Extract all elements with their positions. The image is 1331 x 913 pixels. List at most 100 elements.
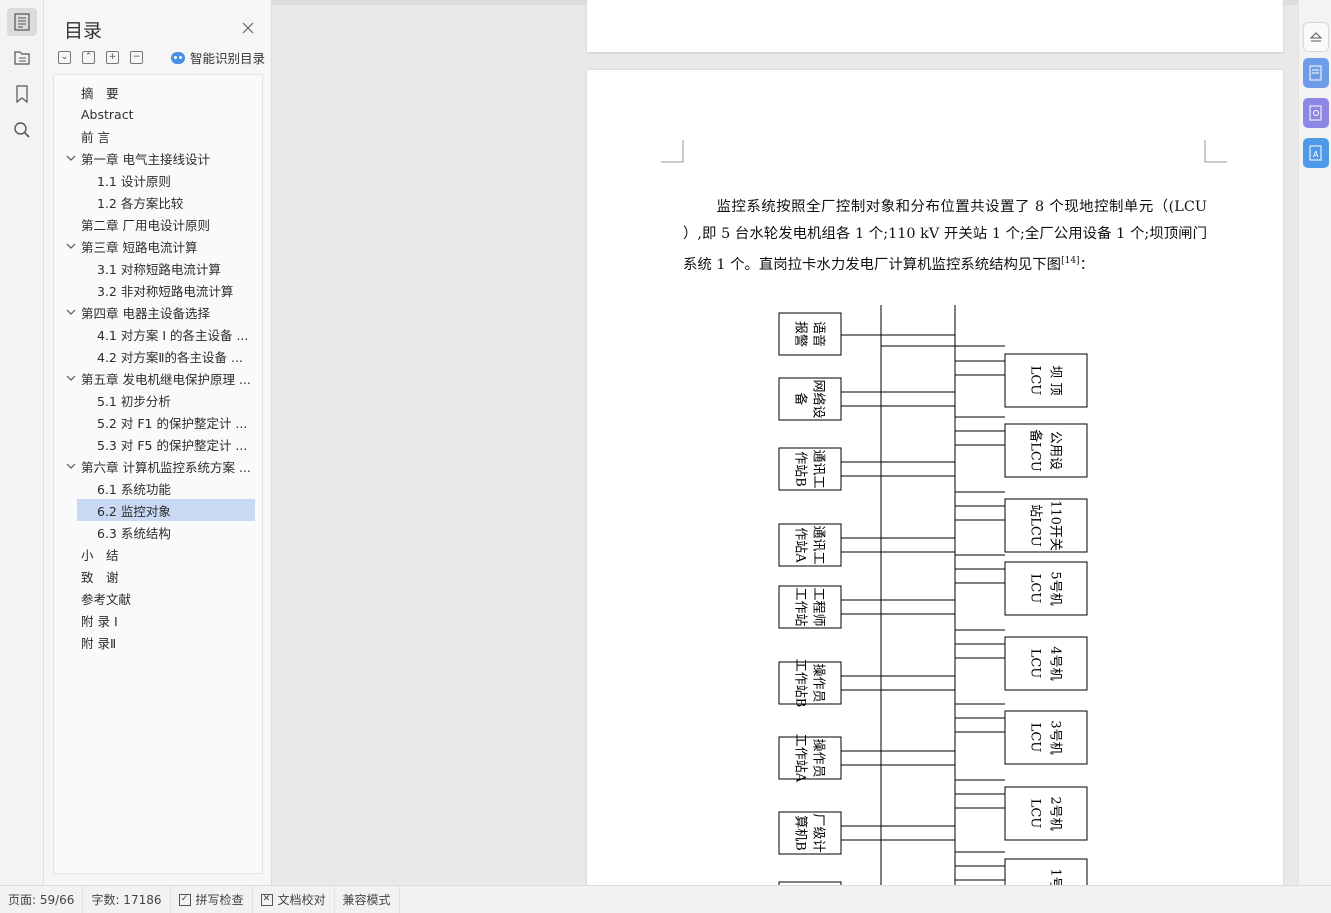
toc-item[interactable]: 3.2 非对称短路电流计算 xyxy=(54,279,262,301)
toc-item[interactable]: 附 录 I xyxy=(54,609,262,631)
diagram-right-box xyxy=(1004,786,1088,841)
toc-item-label: 6.3 系统结构 xyxy=(97,525,171,541)
toc-item[interactable]: Abstract xyxy=(54,103,262,125)
diagram-right-label-line: LCU xyxy=(1028,574,1043,604)
system-structure-diagram: 语音报警网络设备通讯工作站B通讯工作站A工程师工作站操作员工作站B操作员工作站A… xyxy=(778,305,1088,885)
toc-item[interactable]: 第二章 厂用电设计原则 xyxy=(54,213,262,235)
toc-item[interactable]: 参考文献 xyxy=(54,587,262,609)
toc-item-label: 4.1 对方案 I 的各主设备 ... xyxy=(97,327,249,343)
toc-toolbar: ⌄ ⌃ + − 智能识别目录 xyxy=(58,48,265,67)
toc-item[interactable]: 5.1 初步分析 xyxy=(54,389,262,411)
toc-item[interactable]: 6.2 监控对象 xyxy=(77,499,255,521)
diagram-left-label-line: 网络设 xyxy=(811,379,827,418)
chevron-down-icon[interactable] xyxy=(65,460,77,472)
diagram-right-label-line: 110开关 xyxy=(1048,500,1063,551)
toc-item-label: 第一章 电气主接线设计 xyxy=(81,151,210,167)
crop-mark xyxy=(661,140,684,163)
toc-item[interactable]: 第一章 电气主接线设计 xyxy=(54,147,262,169)
diagram-right-label-line: 备LCU xyxy=(1028,429,1044,472)
crop-mark xyxy=(1204,140,1227,163)
document-area[interactable]: 监控系统按照全厂控制对象和分布位置共设置了 8 个现地控制单元（(LCU ）,即… xyxy=(272,0,1298,885)
diagram-right-label-line: LCU xyxy=(1028,649,1043,679)
close-icon[interactable] xyxy=(241,20,255,34)
diagram-left-box xyxy=(778,736,842,780)
diagram-left-box xyxy=(778,312,842,356)
eject-icon[interactable] xyxy=(1303,22,1329,52)
diagram-left-box xyxy=(778,661,842,705)
diagram-right-label: 1号机 xyxy=(1048,868,1063,885)
expand-plus-icon[interactable]: + xyxy=(106,51,119,64)
diagram-left-box xyxy=(778,585,842,629)
doc-translate-icon[interactable]: A xyxy=(1303,138,1329,168)
toc-item[interactable]: 1.2 各方案比较 xyxy=(54,191,262,213)
diagram-left-box xyxy=(778,377,842,421)
diagram-right-label-line: 1号机 xyxy=(1048,868,1063,885)
page-indicator[interactable]: 页面: 59/66 xyxy=(0,885,84,913)
doc-proof-button[interactable]: ✕ 文档校对 xyxy=(253,885,335,913)
toc-item[interactable]: 3.1 对称短路电流计算 xyxy=(54,257,262,279)
proof-icon: ✕ xyxy=(260,893,273,906)
toc-item-label: 前 言 xyxy=(81,129,110,145)
smart-toc-label: 智能识别目录 xyxy=(190,51,266,66)
toc-item-label: 致 谢 xyxy=(81,569,119,585)
diagram-right-label-line: 3号机 xyxy=(1048,720,1063,754)
smart-toc-button[interactable]: 智能识别目录 xyxy=(171,48,265,67)
toc-item[interactable]: 5.2 对 F1 的保护整定计 ... xyxy=(54,411,262,433)
toc-item-label: 附 录Ⅱ xyxy=(81,635,117,651)
diagram-left-label-line: 通讯工 xyxy=(811,525,826,564)
collapse-minus-icon[interactable]: − xyxy=(130,51,143,64)
collapse-down-icon[interactable]: ⌄ xyxy=(58,51,71,64)
spell-check-button[interactable]: ✓ 拼写检查 xyxy=(171,885,253,913)
collapse-up-icon[interactable]: ⌃ xyxy=(82,51,95,64)
toc-item-label: 5.3 对 F5 的保护整定计 ... xyxy=(97,437,248,453)
toc-item[interactable]: 1.1 设计原则 xyxy=(54,169,262,191)
diagram-left-label-line: 通讯工 xyxy=(811,449,826,488)
search-icon[interactable] xyxy=(7,116,37,144)
diagram-left-label-line: 算机B xyxy=(793,815,808,851)
navigation-tree-icon[interactable] xyxy=(7,44,37,72)
chevron-down-icon[interactable] xyxy=(65,372,77,384)
toc-item[interactable]: 前 言 xyxy=(54,125,262,147)
toc-item[interactable]: 致 谢 xyxy=(54,565,262,587)
toc-item[interactable]: 第四章 电器主设备选择 xyxy=(54,301,262,323)
diagram-left-label-line: 工作站A xyxy=(793,734,808,783)
diagram-left-label-line: 作站A xyxy=(793,527,808,563)
toc-item[interactable]: 附 录Ⅱ xyxy=(54,631,262,653)
diagram-right-label-line: LCU xyxy=(1028,723,1043,753)
toc-item[interactable]: 第六章 计算机监控系统方案 ... xyxy=(54,455,262,477)
diagram-left-label-line: 工程师 xyxy=(811,587,826,626)
bookmark-icon[interactable] xyxy=(7,80,37,108)
toc-item[interactable]: 摘 要 xyxy=(54,81,262,103)
toc-item[interactable]: 小 结 xyxy=(54,543,262,565)
toc-item[interactable]: 6.3 系统结构 xyxy=(54,521,262,543)
toc-item[interactable]: 第五章 发电机继电保护原理 ... xyxy=(54,367,262,389)
diagram-right-label-line: 2号机 xyxy=(1048,796,1063,830)
diagram-left-box xyxy=(778,447,842,491)
doc-proof-label: 文档校对 xyxy=(277,893,326,907)
toc-item[interactable]: 第三章 短路电流计算 xyxy=(54,235,262,257)
toc-item-label: 6.1 系统功能 xyxy=(97,481,171,497)
chevron-down-icon[interactable] xyxy=(65,240,77,252)
check-icon: ✓ xyxy=(178,893,191,906)
diagram-left-label-line: 操作员 xyxy=(811,738,827,777)
diagram-right-label-line: 坝 顶 xyxy=(1048,365,1063,395)
toc-item[interactable]: 4.1 对方案 I 的各主设备 ... xyxy=(54,323,262,345)
toc-item-label: 摘 要 xyxy=(81,85,119,101)
diagram-right-box xyxy=(1004,858,1088,885)
diagram-right-box xyxy=(1004,561,1088,616)
word-count[interactable]: 字数: 17186 xyxy=(83,885,171,913)
chevron-down-icon[interactable] xyxy=(65,306,77,318)
toc-item[interactable]: 4.2 对方案Ⅱ的各主设备 ... xyxy=(54,345,262,367)
toc-item[interactable]: 5.3 对 F5 的保护整定计 ... xyxy=(54,433,262,455)
citation: [14] xyxy=(1061,256,1080,266)
diagram-left-label-line: 厂级计 xyxy=(811,813,826,852)
toc-view-icon[interactable] xyxy=(6,8,37,36)
chevron-down-icon[interactable] xyxy=(65,152,77,164)
toc-title: 目录 xyxy=(64,20,103,42)
doc-search-icon[interactable] xyxy=(1303,98,1329,128)
paragraph-text: 监控系统按照全厂控制对象和分布位置共设置了 8 个现地控制单元（(LCU ）,即… xyxy=(683,199,1207,273)
body-paragraph: 监控系统按照全厂控制对象和分布位置共设置了 8 个现地控制单元（(LCU ）,即… xyxy=(683,194,1207,279)
toc-item[interactable]: 6.1 系统功能 xyxy=(54,477,262,499)
diagram-right-box xyxy=(1004,353,1088,408)
doc-edit-icon[interactable] xyxy=(1303,58,1329,88)
